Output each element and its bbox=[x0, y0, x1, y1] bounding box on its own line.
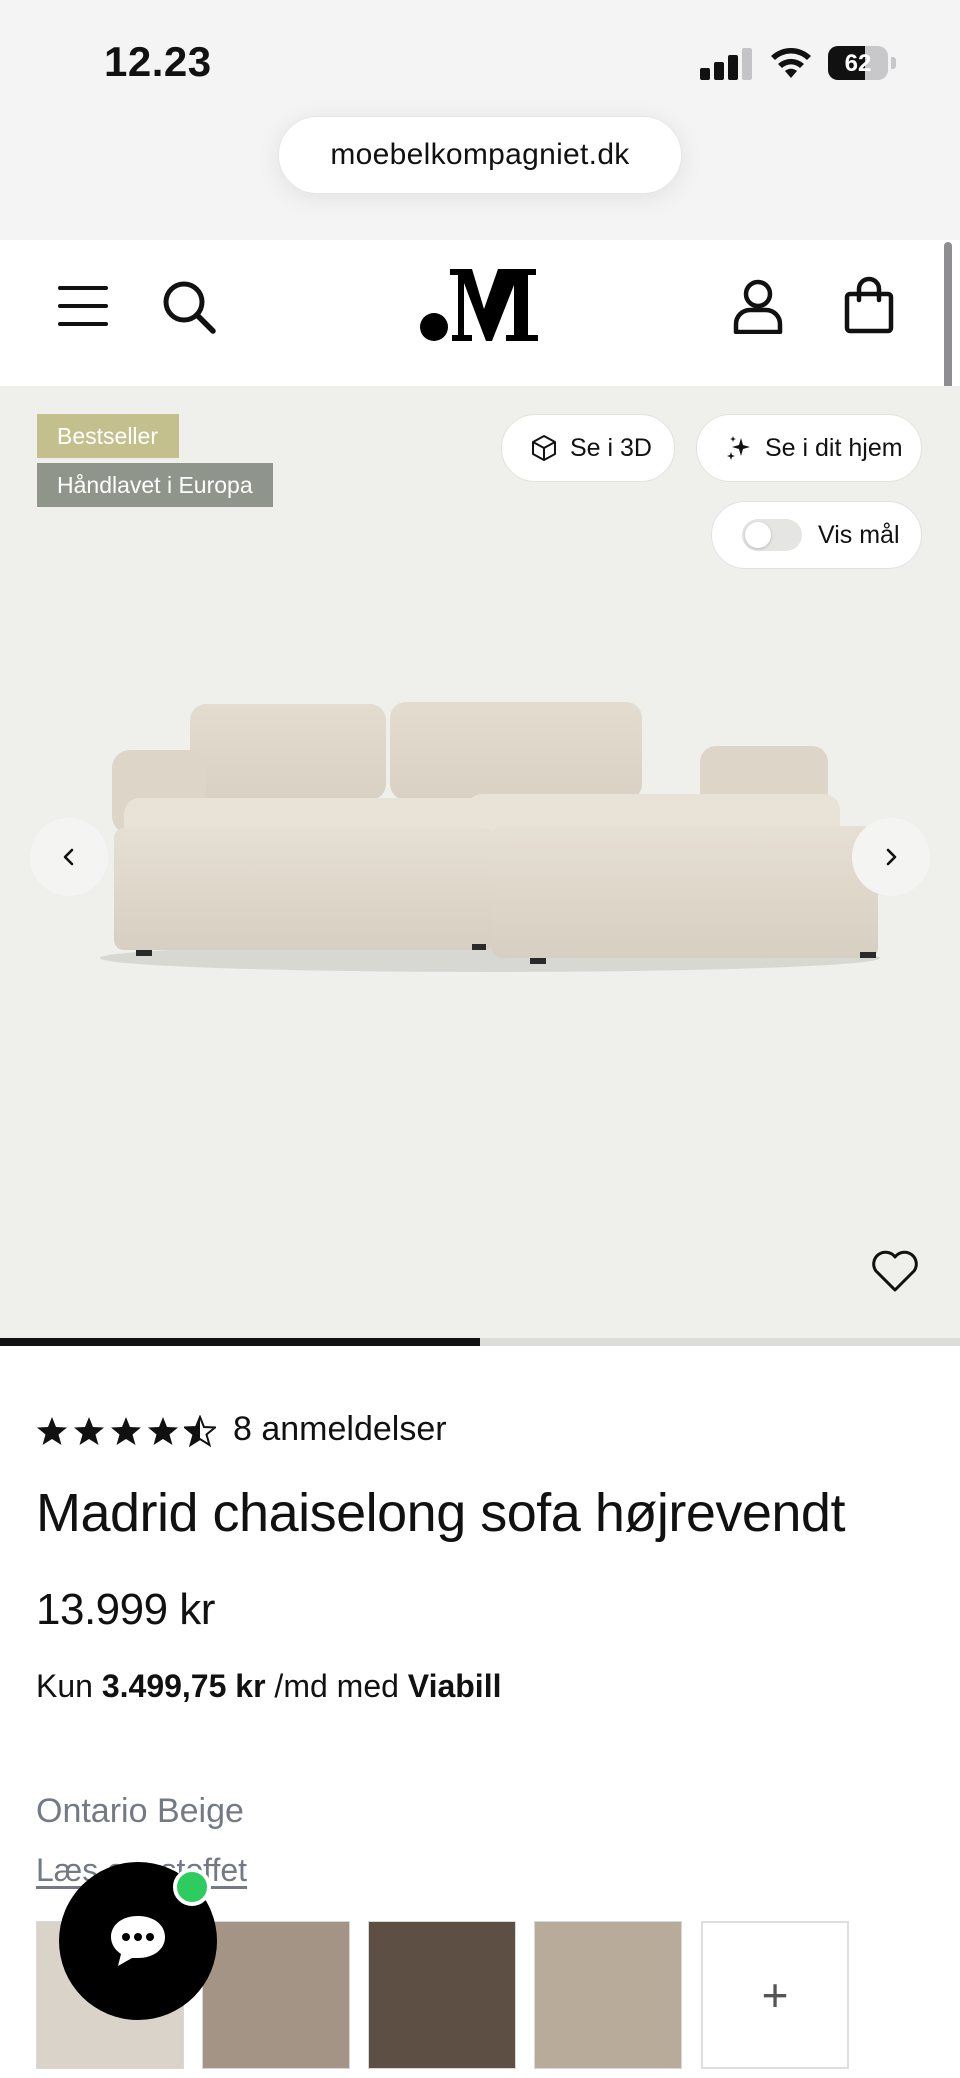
financing-prefix: Kun bbox=[36, 1668, 93, 1704]
cart-icon[interactable] bbox=[844, 276, 894, 334]
chevron-left-icon bbox=[63, 848, 74, 866]
gallery-progress bbox=[0, 1338, 960, 1346]
product-image[interactable] bbox=[70, 690, 910, 980]
rating-stars[interactable] bbox=[36, 1412, 221, 1450]
more-colors-button[interactable]: + bbox=[701, 1921, 849, 2069]
financing-info: Kun 3.499,75 kr /md med Viabill bbox=[36, 1668, 501, 1705]
chevron-right-icon bbox=[886, 848, 897, 866]
financing-amount: 3.499,75 kr bbox=[101, 1668, 266, 1704]
wifi-icon bbox=[771, 48, 811, 78]
scroll-indicator[interactable] bbox=[944, 242, 952, 404]
menu-icon[interactable] bbox=[56, 282, 110, 330]
gallery-next-button[interactable] bbox=[852, 818, 930, 896]
chat-online-indicator bbox=[173, 1868, 211, 1906]
star-icon bbox=[184, 1415, 216, 1447]
star-icon bbox=[111, 1417, 141, 1445]
color-swatch[interactable] bbox=[368, 1921, 516, 2069]
plus-icon: + bbox=[761, 1969, 789, 2021]
cube-icon bbox=[530, 434, 558, 462]
star-icon bbox=[74, 1417, 104, 1445]
dimensions-switch[interactable] bbox=[742, 519, 802, 551]
account-icon[interactable] bbox=[733, 278, 783, 334]
url-bar[interactable]: moebelkompagniet.dk bbox=[278, 116, 682, 194]
gallery-progress-fill bbox=[0, 1338, 480, 1346]
cellular-signal-icon bbox=[700, 48, 752, 80]
color-swatch[interactable] bbox=[202, 1921, 350, 2069]
battery-level: 62 bbox=[844, 50, 872, 77]
battery-tip bbox=[891, 57, 896, 69]
product-title: Madrid chaiselong sofa højrevendt bbox=[36, 1483, 845, 1543]
product-price: 13.999 kr bbox=[36, 1585, 215, 1634]
reviews-link[interactable]: 8 anmeldelser bbox=[233, 1410, 447, 1449]
view-3d-button[interactable]: Se i 3D bbox=[501, 414, 675, 482]
battery-icon: 62 bbox=[828, 46, 888, 80]
sparkle-icon bbox=[725, 434, 753, 462]
view-3d-label: Se i 3D bbox=[570, 433, 652, 462]
wishlist-heart-icon[interactable] bbox=[870, 1249, 920, 1293]
star-icon bbox=[37, 1417, 67, 1445]
brand-logo[interactable] bbox=[420, 265, 540, 345]
view-in-home-label: Se i dit hjem bbox=[765, 433, 903, 462]
badge-handmade: Håndlavet i Europa bbox=[37, 463, 273, 507]
financing-provider: Viabill bbox=[407, 1668, 502, 1704]
star-icon bbox=[148, 1417, 178, 1445]
show-dimensions-toggle[interactable]: Vis mål bbox=[711, 501, 922, 569]
color-swatch[interactable] bbox=[534, 1921, 682, 2069]
show-dimensions-label: Vis mål bbox=[818, 520, 900, 549]
selected-color-name: Ontario Beige bbox=[36, 1792, 244, 1830]
status-time: 12.23 bbox=[104, 38, 212, 85]
gallery-prev-button[interactable] bbox=[30, 818, 108, 896]
status-bar: 12.23 62 bbox=[0, 0, 960, 110]
badge-bestseller: Bestseller bbox=[37, 414, 179, 458]
search-icon[interactable] bbox=[160, 278, 218, 336]
view-in-home-button[interactable]: Se i dit hjem bbox=[696, 414, 922, 482]
chat-bubble-icon bbox=[111, 1916, 165, 1966]
financing-middle: /md med bbox=[274, 1668, 399, 1704]
